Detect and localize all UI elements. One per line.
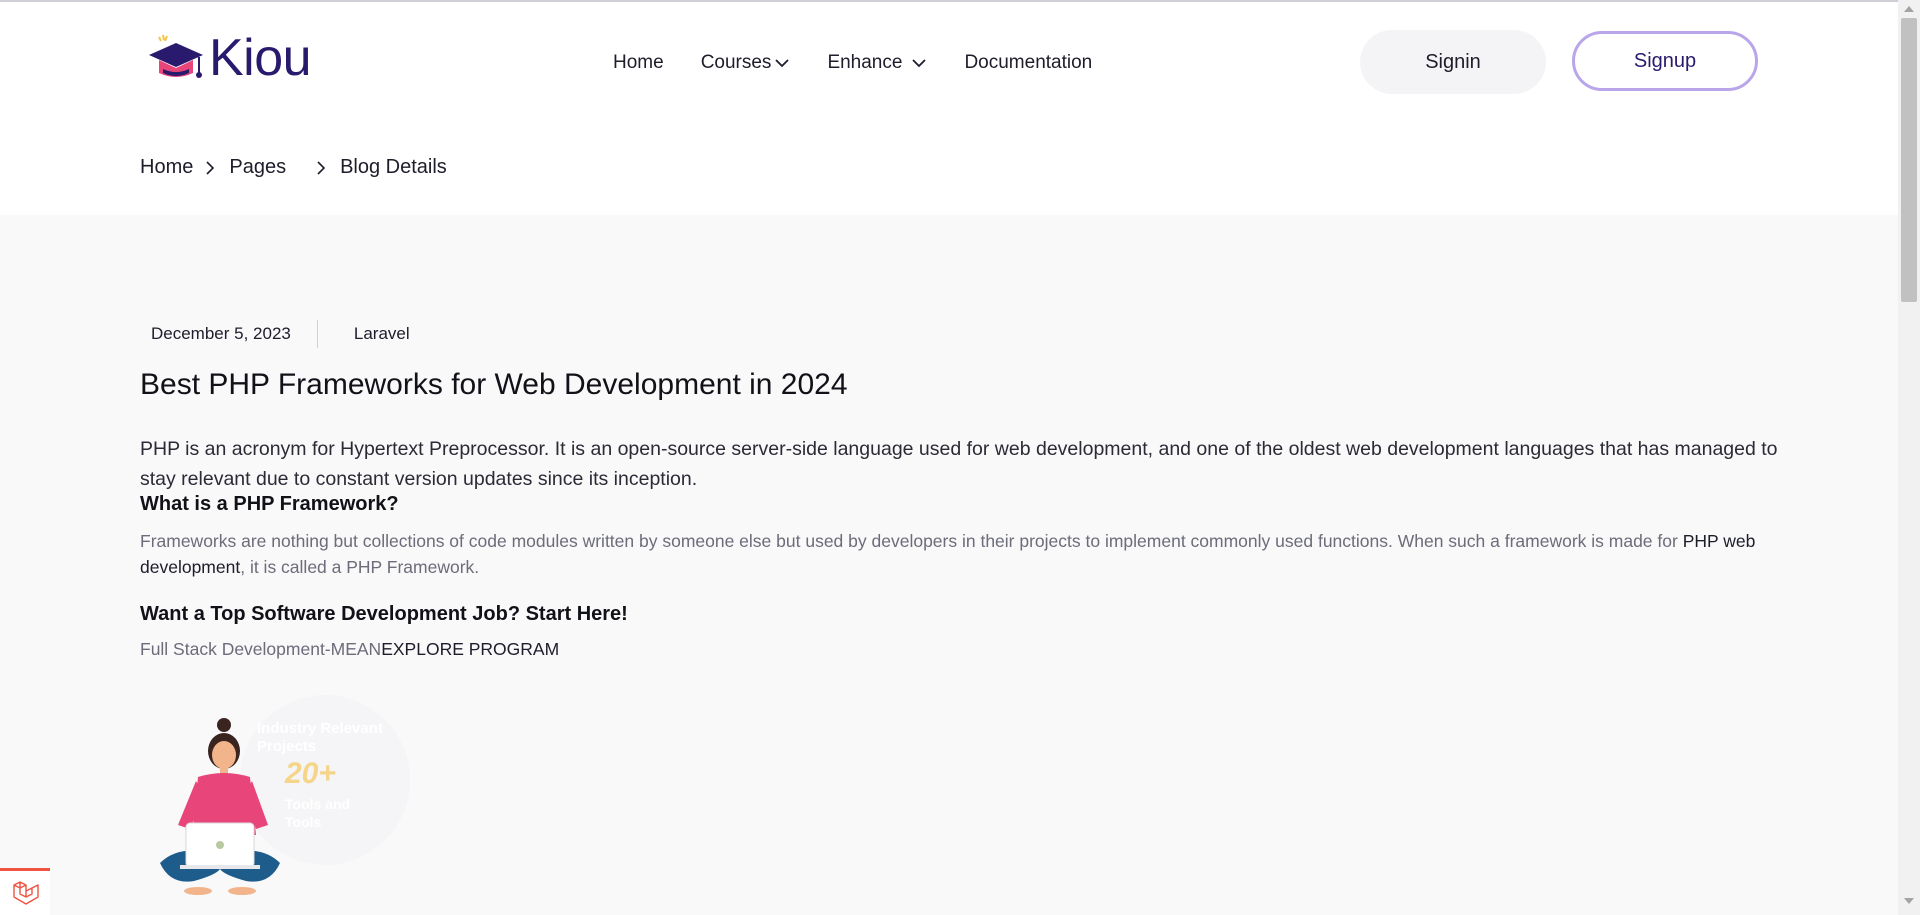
breadcrumb-pages[interactable]: Pages	[229, 156, 286, 179]
nav-documentation[interactable]: Documentation	[964, 52, 1092, 74]
nav-courses[interactable]: Courses	[701, 52, 790, 74]
explore-program-link[interactable]: EXPLORE PROGRAM	[381, 639, 559, 659]
breadcrumb-home[interactable]: Home	[140, 156, 193, 179]
person-with-laptop-illustration	[160, 718, 280, 895]
post-title: Best PHP Frameworks for Web Development …	[140, 368, 848, 401]
nav-home-label: Home	[613, 52, 664, 73]
post-subheading: What is a PHP Framework?	[140, 493, 399, 515]
laravel-debugbar-toggle[interactable]	[0, 868, 50, 915]
banner-number: 20+	[285, 757, 336, 790]
banner-line2b: Tools	[285, 814, 322, 830]
site-header: Kiou Home Courses Enhance Documentation …	[0, 2, 1898, 122]
meta-divider	[316, 320, 318, 348]
breadcrumb-current: Blog Details	[340, 156, 447, 178]
nav-documentation-label: Documentation	[964, 52, 1093, 73]
program-line: Full Stack Development-MEANEXPLORE PROGR…	[140, 639, 559, 660]
scrollbar-thumb[interactable]	[1901, 18, 1917, 302]
laravel-icon	[13, 881, 39, 905]
chevron-right-icon	[317, 160, 326, 175]
banner-text-bottom: Tools and Tools	[285, 795, 350, 831]
promo-banner-image: Industry Relevant Projects 20+ Tools and T…	[150, 695, 410, 915]
chevron-down-icon	[912, 59, 927, 68]
nav-enhance[interactable]: Enhance	[827, 52, 927, 74]
nav-courses-label: Courses	[700, 52, 772, 73]
post-category[interactable]: Laravel	[354, 324, 410, 344]
banner-line2a: Tools and	[285, 796, 351, 812]
nav-home[interactable]: Home	[613, 52, 664, 74]
blog-content: December 5, 2023 Laravel Best PHP Framew…	[0, 215, 1898, 915]
promo-heading: Want a Top Software Development Job? Sta…	[140, 603, 628, 625]
vertical-scrollbar[interactable]	[1898, 0, 1920, 915]
post-paragraph: Frameworks are nothing but collections o…	[140, 528, 1780, 580]
post-meta: December 5, 2023 Laravel	[151, 320, 410, 348]
logo-text: Kiou	[209, 29, 312, 87]
main-nav: Home Courses Enhance Documentation	[613, 52, 1092, 74]
post-intro: PHP is an acronym for Hypertext Preproce…	[140, 438, 1778, 490]
chevron-down-icon	[775, 59, 790, 68]
breadcrumb: Home Pages Blog Details	[140, 156, 447, 179]
nav-enhance-label: Enhance	[827, 52, 903, 73]
graduation-cap-icon	[149, 34, 203, 78]
signup-button[interactable]: Signup	[1572, 31, 1758, 91]
chevron-right-icon	[206, 160, 215, 175]
scroll-down-arrow-icon[interactable]	[1903, 896, 1915, 906]
program-name: Full Stack Development-MEAN	[140, 639, 382, 659]
signin-button[interactable]: Signin	[1360, 30, 1546, 94]
para-text-after: , it is called a PHP Framework.	[240, 557, 480, 577]
logo[interactable]: Kiou	[145, 29, 312, 87]
para-text-before: Frameworks are nothing but collections o…	[140, 531, 1683, 551]
scroll-up-arrow-icon[interactable]	[1903, 4, 1915, 14]
post-date: December 5, 2023	[151, 324, 291, 343]
